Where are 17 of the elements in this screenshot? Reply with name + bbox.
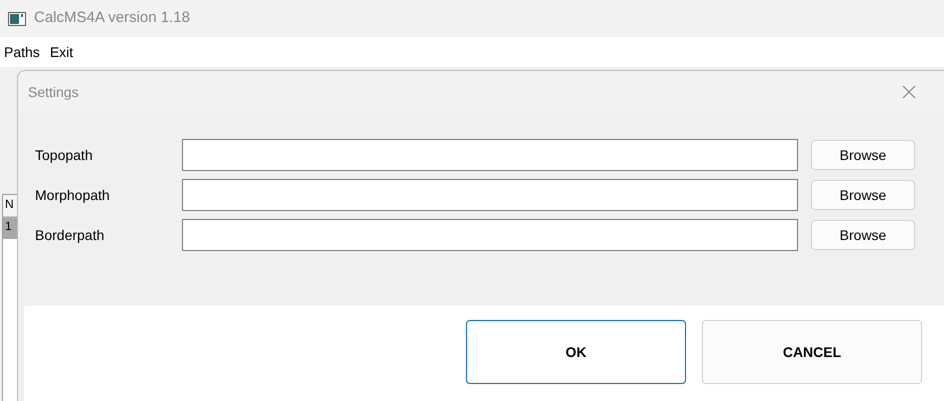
path-field[interactable] bbox=[182, 139, 798, 171]
field-label: Borderpath bbox=[35, 226, 106, 245]
menu-item[interactable]: Exit bbox=[50, 42, 74, 62]
dialog-button[interactable]: CANCEL bbox=[702, 320, 922, 384]
app-icon bbox=[8, 12, 26, 26]
browse-button[interactable]: Browse bbox=[811, 140, 915, 170]
field-label: Morphopath bbox=[35, 186, 111, 205]
path-field[interactable] bbox=[182, 179, 798, 211]
browse-button[interactable]: Browse bbox=[811, 180, 915, 210]
menu-item[interactable]: Paths bbox=[4, 42, 40, 62]
dialog-title: Settings bbox=[28, 82, 79, 102]
close-icon[interactable] bbox=[902, 85, 916, 99]
browse-button[interactable]: Browse bbox=[811, 220, 915, 250]
field-label: Topopath bbox=[35, 146, 94, 165]
path-field[interactable] bbox=[182, 219, 798, 251]
dialog-button[interactable]: OK bbox=[466, 320, 686, 384]
window-title: CalcMS4A version 1.18 bbox=[34, 8, 190, 28]
